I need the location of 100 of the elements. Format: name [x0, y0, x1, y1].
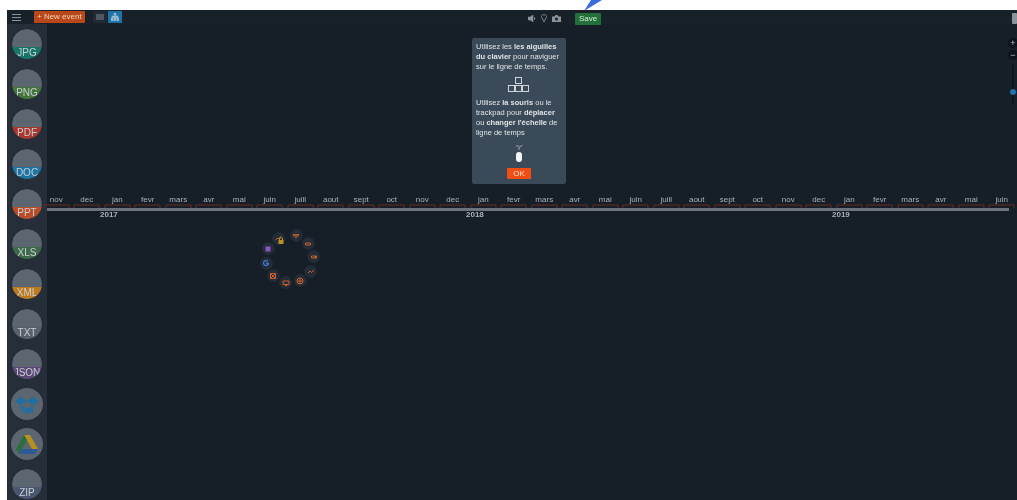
month-label: nov	[781, 195, 795, 204]
month-label: avr	[203, 195, 215, 204]
month-label: dec	[812, 195, 826, 204]
tree-view-button[interactable]	[107, 11, 122, 23]
year-label: 2019	[832, 211, 850, 219]
month-label: mai	[964, 195, 978, 204]
month-bracket	[591, 204, 619, 208]
month-label: mai	[232, 195, 246, 204]
month-label: jan	[111, 195, 123, 204]
slider-thumb[interactable]	[1010, 89, 1016, 95]
month-label: dec	[446, 195, 460, 204]
month-bracket	[927, 204, 955, 208]
ok-button[interactable]: OK	[507, 168, 531, 179]
month-bracket	[439, 204, 467, 208]
month-label: juin	[263, 195, 276, 204]
month-label: mars	[169, 195, 188, 204]
month-bracket	[256, 204, 284, 208]
month-label: juin	[629, 195, 642, 204]
month-bracket	[561, 204, 589, 208]
month-label: oct	[386, 195, 398, 204]
radial-menu-item[interactable]	[293, 274, 307, 288]
month-bracket	[408, 204, 436, 208]
month-label: jan	[477, 195, 489, 204]
file-type-icon[interactable]: PNG	[11, 68, 43, 100]
file-type-icon[interactable]: JPG	[11, 28, 43, 60]
month-bracket	[896, 204, 924, 208]
lock-icon	[278, 237, 284, 244]
signpost-icon	[292, 231, 301, 240]
drive-icon[interactable]	[11, 428, 43, 460]
month-label: sept	[719, 195, 735, 204]
month-bracket	[866, 204, 894, 208]
menu-icon[interactable]	[12, 13, 21, 21]
camera-icon[interactable]	[552, 14, 561, 22]
month-label: nov	[49, 195, 63, 204]
month-bracket	[347, 204, 375, 208]
month-bracket	[134, 204, 162, 208]
save-button[interactable]: Save	[575, 13, 602, 25]
file-type-icon[interactable]: PPT	[11, 188, 43, 220]
month-label: mai	[598, 195, 612, 204]
month-bracket	[225, 204, 253, 208]
month-bracket	[774, 204, 802, 208]
radial-menu-item[interactable]	[266, 269, 280, 283]
month-label: jan	[843, 195, 855, 204]
radial-menu-item[interactable]	[289, 229, 303, 243]
radial-menu-item[interactable]	[307, 250, 321, 264]
file-type-icon[interactable]: ZIP	[11, 468, 43, 500]
month-label: avr	[935, 195, 947, 204]
file-type-icon[interactable]: XML	[11, 268, 43, 300]
month-label: aout	[688, 195, 705, 204]
new-event-button[interactable]: + New event	[34, 11, 85, 23]
month-bracket	[835, 204, 863, 208]
month-label: avr	[569, 195, 581, 204]
month-bracket	[73, 204, 101, 208]
month-label: juill	[660, 195, 673, 204]
month-label: dec	[80, 195, 94, 204]
month-bracket	[469, 204, 497, 208]
month-bracket	[744, 204, 772, 208]
radial-menu-item[interactable]	[259, 256, 273, 270]
scrollbar-handle[interactable]	[1012, 13, 1017, 24]
month-label: mars	[901, 195, 920, 204]
file-type-icon[interactable]: XLS	[11, 228, 43, 260]
month-bracket	[317, 204, 345, 208]
globe-icon	[296, 276, 305, 285]
month-bracket	[164, 204, 192, 208]
google-icon	[262, 259, 271, 268]
lightbulb-icon[interactable]	[541, 14, 547, 22]
radial-menu-item[interactable]	[301, 237, 315, 251]
speaker-icon[interactable]	[528, 14, 536, 22]
month-bracket	[652, 204, 680, 208]
month-bracket	[530, 204, 558, 208]
line-chart-icon	[306, 267, 315, 275]
year-label: 2018	[466, 211, 484, 219]
zoom-out-button[interactable]: −	[1008, 50, 1017, 60]
month-label: fevr	[873, 195, 887, 204]
file-type-icon[interactable]: PDF	[11, 108, 43, 140]
month-bracket	[286, 204, 314, 208]
month-label: fevr	[141, 195, 155, 204]
month-label: mars	[535, 195, 554, 204]
dropbox-icon[interactable]	[11, 388, 43, 420]
tree-icon	[110, 13, 119, 21]
arrow-keys-icon	[508, 77, 530, 93]
month-bracket	[622, 204, 650, 208]
month-label: aout	[322, 195, 339, 204]
month-label: nov	[415, 195, 429, 204]
radial-menu-item[interactable]	[279, 276, 293, 290]
month-label: sept	[353, 195, 369, 204]
zoom-in-button[interactable]: +	[1008, 38, 1017, 48]
month-bracket	[683, 204, 711, 208]
file-type-icon[interactable]: DOC	[11, 148, 43, 180]
route-icon	[274, 234, 282, 243]
radial-menu-item[interactable]	[261, 242, 275, 256]
month-label: juin	[995, 195, 1008, 204]
month-bracket	[103, 204, 131, 208]
file-type-icon[interactable]: TXT	[11, 308, 43, 340]
month-bracket	[957, 204, 985, 208]
mouse-icon	[515, 143, 523, 163]
radial-menu-item[interactable]	[304, 264, 318, 278]
month-bracket	[988, 204, 1016, 208]
month-bracket	[713, 204, 741, 208]
month-bracket	[500, 204, 528, 208]
